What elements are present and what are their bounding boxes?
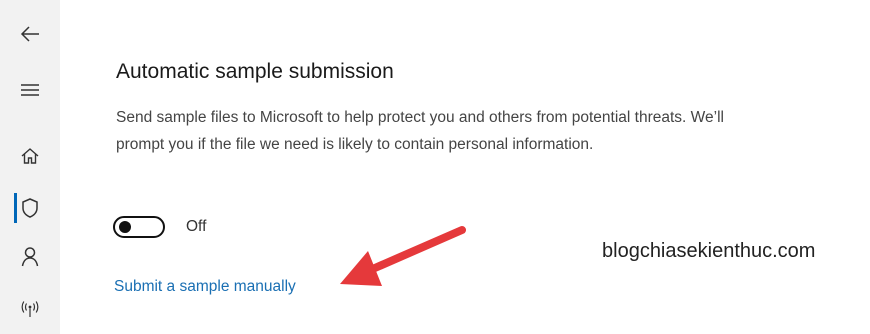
annotation-arrow (340, 226, 466, 286)
